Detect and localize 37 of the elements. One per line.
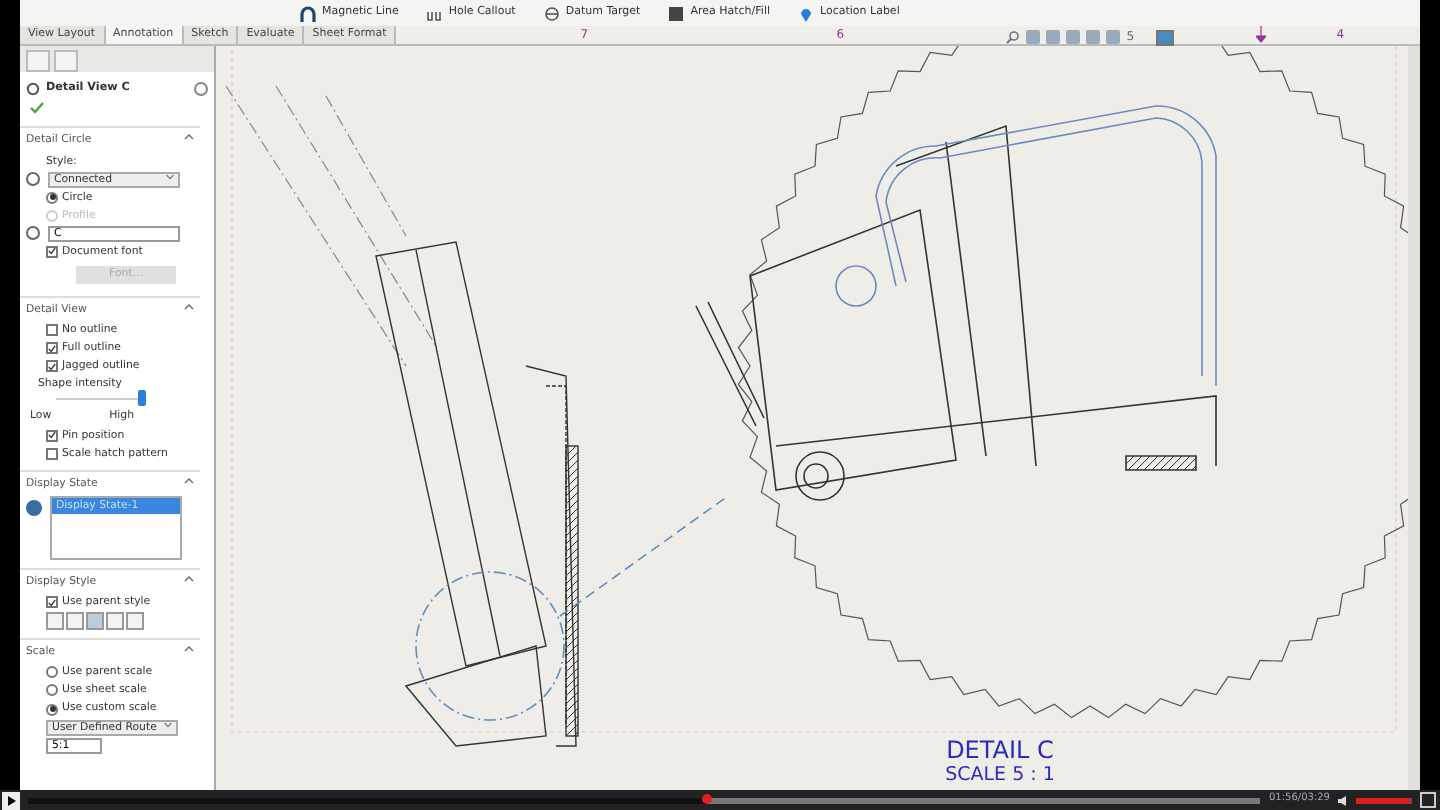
- checkbox[interactable]: [46, 342, 58, 355]
- label-circle-icon: [26, 226, 40, 241]
- display-icon[interactable]: [1156, 29, 1175, 45]
- checkbox[interactable]: [46, 324, 58, 337]
- hatch-icon: [668, 5, 685, 21]
- radio-button[interactable]: [46, 684, 58, 697]
- detail-scale: SCALE 5 : 1: [945, 764, 1055, 786]
- checkbox[interactable]: [46, 447, 58, 460]
- playhead[interactable]: [702, 794, 713, 804]
- detail-view-icon: [26, 81, 40, 96]
- volume-icon[interactable]: [1338, 795, 1348, 805]
- zoom-icon: [1006, 30, 1021, 44]
- display-style-button[interactable]: [86, 612, 104, 631]
- checkbox[interactable]: [46, 429, 58, 442]
- play-icon: [6, 795, 16, 805]
- ok-check-icon[interactable]: [30, 102, 44, 115]
- play-button[interactable]: [2, 791, 20, 809]
- target-icon: [543, 5, 560, 21]
- checkbox[interactable]: [46, 596, 58, 609]
- magnet-icon: [300, 5, 316, 21]
- display-state-icon: [26, 499, 42, 516]
- display-style-button[interactable]: [126, 612, 144, 631]
- detail-title: DETAIL C: [946, 736, 1054, 764]
- radio-button[interactable]: [46, 191, 58, 204]
- checkbox[interactable]: [46, 245, 58, 258]
- slider-thumb[interactable]: [137, 390, 146, 407]
- detail-circle[interactable]: [415, 571, 565, 721]
- display-style-button[interactable]: [106, 612, 124, 631]
- radio-button[interactable]: [46, 666, 58, 679]
- display-style-button[interactable]: [66, 612, 84, 631]
- circle-style-icon: [26, 172, 40, 187]
- radio-button[interactable]: [46, 703, 58, 716]
- sheet-marker-icon: [1256, 26, 1267, 44]
- progress-track[interactable]: [28, 797, 1261, 803]
- pin-icon: [798, 5, 814, 21]
- checkbox[interactable]: [46, 360, 58, 373]
- fullscreen-icon[interactable]: [1420, 792, 1436, 808]
